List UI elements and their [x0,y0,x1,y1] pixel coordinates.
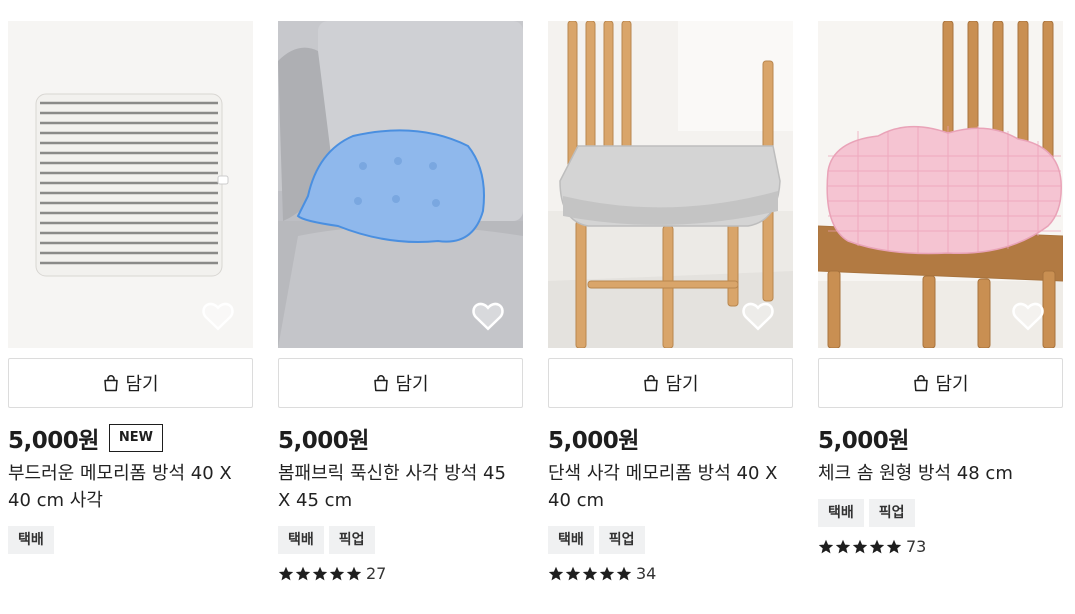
star-icon [835,539,851,553]
heart-icon[interactable] [741,300,775,332]
shopping-bag-icon [644,375,659,392]
rating: 27 [278,564,523,583]
tag-pickup: 픽업 [868,499,915,527]
price-row: 5,000원 [278,422,523,454]
rating: 34 [548,564,793,583]
star-icon [818,539,834,553]
striped-cushion-image [8,21,253,348]
price-row: 5,000원 [818,422,1063,454]
star-icon [582,566,598,580]
delivery-tags: 택배 [8,526,253,554]
star-icon [329,566,345,580]
heart-icon[interactable] [471,300,505,332]
star-icon [565,566,581,580]
star-icon [312,566,328,580]
product-image[interactable] [278,21,523,348]
product-image[interactable] [548,21,793,348]
star-rating [818,539,902,555]
star-icon [548,566,564,580]
cart-label: 담기 [665,374,699,395]
rating: 73 [818,537,1063,556]
product-card[interactable]: 담기 5,000원 NEW 부드러운 메모리폼 방석 40 X 40 cm 사각… [8,21,253,583]
star-icon [852,539,868,553]
delivery-tags: 택배 픽업 [278,526,523,554]
product-title[interactable]: 부드러운 메모리폼 방석 40 X 40 cm 사각 [8,460,248,514]
cart-label: 담기 [395,374,429,395]
pink-cushion-image [818,21,1063,348]
star-icon [346,566,362,580]
product-card[interactable]: 담기 5,000원 단색 사각 메모리폼 방석 40 X 40 cm 택배 픽업… [548,21,793,583]
product-grid: 담기 5,000원 NEW 부드러운 메모리폼 방석 40 X 40 cm 사각… [8,21,1063,583]
price-row: 5,000원 [548,422,793,454]
heart-icon[interactable] [201,300,235,332]
tag-delivery: 택배 [8,526,54,554]
product-image[interactable] [818,21,1063,348]
delivery-tags: 택배 픽업 [818,499,1063,527]
tag-pickup: 픽업 [328,526,375,554]
star-icon [869,539,885,553]
shopping-bag-icon [914,375,929,392]
shopping-bag-icon [104,375,119,392]
review-count: 73 [906,537,927,556]
product-card[interactable]: 담기 5,000원 체크 솜 원형 방석 48 cm 택배 픽업 73 [818,21,1063,583]
heart-icon[interactable] [1011,300,1045,332]
cart-label: 담기 [935,374,969,395]
tag-delivery: 택배 [818,499,864,527]
product-title[interactable]: 봄패브릭 푹신한 사각 방석 45 X 45 cm [278,460,518,514]
star-icon [599,566,615,580]
price: 5,000원 [278,428,369,454]
star-icon [886,539,902,553]
product-title[interactable]: 단색 사각 메모리폼 방석 40 X 40 cm [548,460,788,514]
cart-label: 담기 [125,374,159,395]
price: 5,000원 [818,428,909,454]
delivery-tags: 택배 픽업 [548,526,793,554]
star-rating [548,566,632,582]
price: 5,000원 [548,428,639,454]
new-badge: NEW [108,424,164,452]
price-row: 5,000원 NEW [8,422,253,454]
price: 5,000원 [8,428,99,454]
add-to-cart-button[interactable]: 담기 [818,358,1063,408]
product-title[interactable]: 체크 솜 원형 방석 48 cm [818,460,1058,487]
add-to-cart-button[interactable]: 담기 [548,358,793,408]
blue-cushion-image [278,21,523,348]
tag-delivery: 택배 [278,526,324,554]
review-count: 27 [366,564,387,583]
product-card[interactable]: 담기 5,000원 봄패브릭 푹신한 사각 방석 45 X 45 cm 택배 픽… [278,21,523,583]
shopping-bag-icon [374,375,389,392]
star-icon [295,566,311,580]
star-rating [278,566,362,582]
review-count: 34 [636,564,657,583]
gray-cushion-chair-image [548,21,793,348]
add-to-cart-button[interactable]: 담기 [8,358,253,408]
add-to-cart-button[interactable]: 담기 [278,358,523,408]
star-icon [616,566,632,580]
product-image[interactable] [8,21,253,348]
star-icon [278,566,294,580]
tag-pickup: 픽업 [598,526,645,554]
tag-delivery: 택배 [548,526,594,554]
